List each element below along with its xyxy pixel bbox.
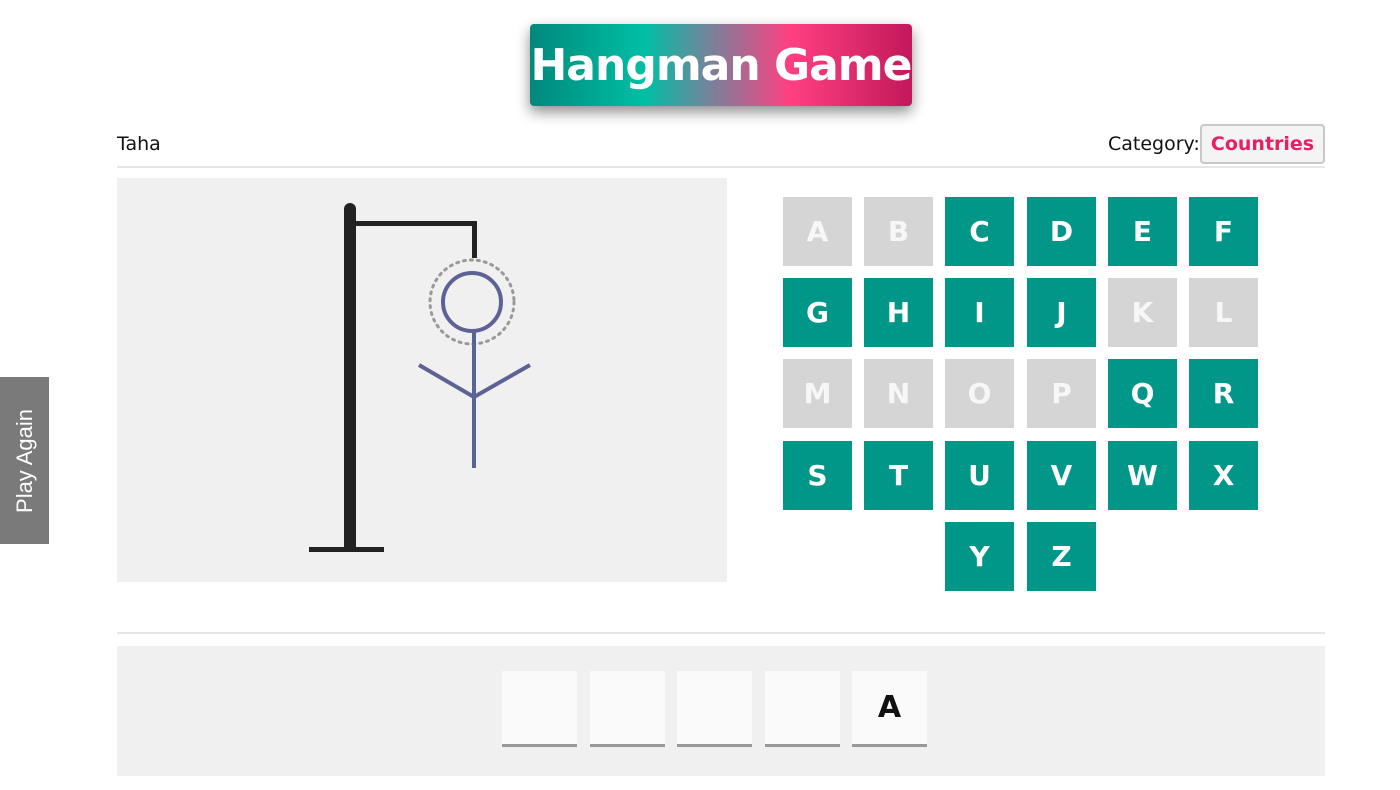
word-letter-slot — [590, 671, 665, 747]
letter-button-s[interactable]: S — [783, 441, 852, 510]
letter-button-q[interactable]: Q — [1108, 359, 1177, 428]
figure-head — [441, 271, 503, 333]
letter-button-n[interactable]: N — [864, 359, 933, 428]
letter-button-e[interactable]: E — [1108, 197, 1177, 266]
category-badge: Countries — [1200, 124, 1325, 164]
letter-button-p[interactable]: P — [1027, 359, 1096, 428]
letter-button-m[interactable]: M — [783, 359, 852, 428]
letter-button-v[interactable]: V — [1027, 441, 1096, 510]
letter-button-u[interactable]: U — [945, 441, 1014, 510]
play-again-label: Play Again — [11, 408, 37, 513]
gallows-beam — [350, 221, 477, 226]
word-letter-slot — [765, 671, 840, 747]
letter-button-w[interactable]: W — [1108, 441, 1177, 510]
letter-button-i[interactable]: I — [945, 278, 1014, 347]
letter-button-h[interactable]: H — [864, 278, 933, 347]
letter-button-y[interactable]: Y — [945, 522, 1014, 591]
letter-button-k[interactable]: K — [1108, 278, 1177, 347]
letter-button-d[interactable]: D — [1027, 197, 1096, 266]
letter-button-b[interactable]: B — [864, 197, 933, 266]
figure-left-arm — [417, 363, 476, 399]
letter-button-o[interactable]: O — [945, 359, 1014, 428]
gallows-rope — [472, 221, 477, 258]
word-letter-slot — [502, 671, 577, 747]
player-name: Taha — [117, 133, 161, 155]
play-again-button[interactable]: Play Again — [0, 377, 49, 544]
section-divider — [117, 632, 1325, 634]
word-panel: A — [117, 646, 1325, 776]
title-banner: Hangman Game — [530, 24, 913, 106]
letter-button-r[interactable]: R — [1189, 359, 1258, 428]
header-divider — [117, 166, 1325, 168]
letter-button-l[interactable]: L — [1189, 278, 1258, 347]
letter-button-g[interactable]: G — [783, 278, 852, 347]
gallows-pole — [344, 203, 356, 552]
category-label: Category: — [1108, 133, 1200, 155]
letter-button-z[interactable]: Z — [1027, 522, 1096, 591]
word-letter-slot: A — [852, 671, 927, 747]
letter-button-a[interactable]: A — [783, 197, 852, 266]
letter-button-f[interactable]: F — [1189, 197, 1258, 266]
hangman-drawing — [309, 203, 531, 552]
figure-right-arm — [473, 363, 531, 399]
word-letter-slot — [677, 671, 752, 747]
letter-button-t[interactable]: T — [864, 441, 933, 510]
letter-button-c[interactable]: C — [945, 197, 1014, 266]
letter-button-j[interactable]: J — [1027, 278, 1096, 347]
letter-button-x[interactable]: X — [1189, 441, 1258, 510]
game-title: Hangman Game — [530, 39, 912, 91]
gallows-panel — [117, 178, 727, 582]
